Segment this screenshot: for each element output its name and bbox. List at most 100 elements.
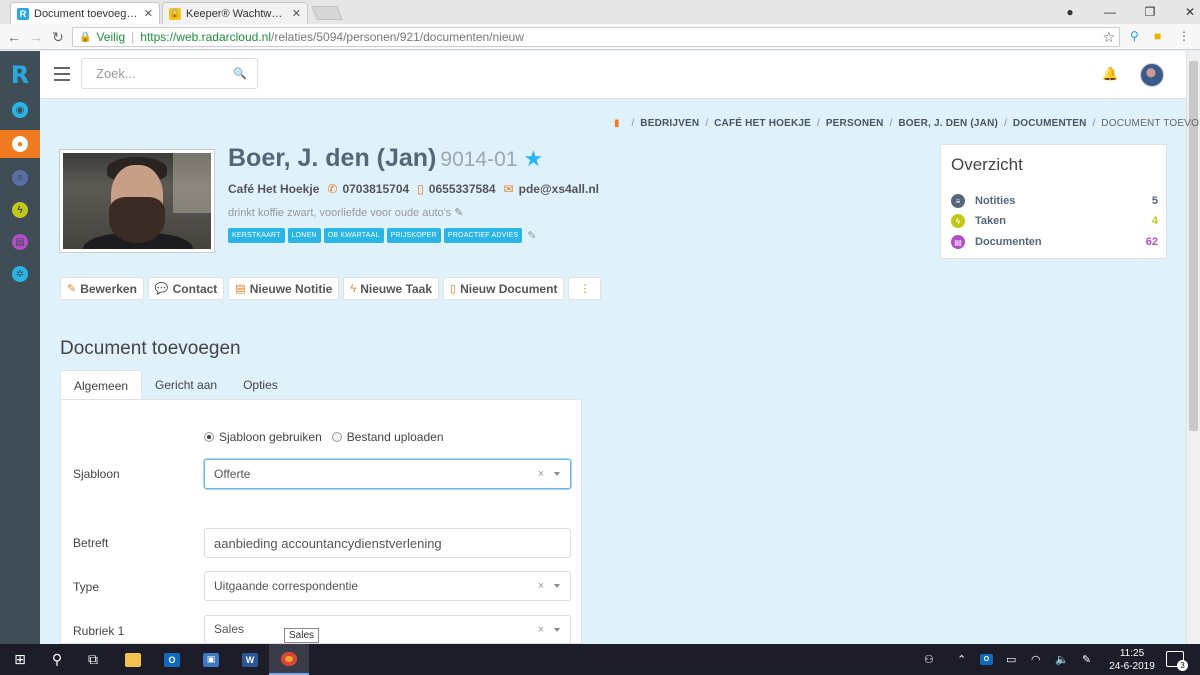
sidebar-item-dashboard[interactable]: ◉ xyxy=(0,96,40,124)
scrollbar-thumb[interactable] xyxy=(1189,61,1198,431)
company-link[interactable]: Café Het Hoekje xyxy=(228,182,319,196)
overview-row-documenten[interactable]: ▤ Documenten 62 xyxy=(951,235,1158,249)
chevron-down-icon[interactable] xyxy=(554,584,560,588)
minimize-icon[interactable]: — xyxy=(1090,5,1130,19)
outlook-tray-icon[interactable]: O xyxy=(980,644,993,675)
reload-icon[interactable]: ↻ xyxy=(50,29,66,45)
pencil-icon[interactable]: ✎ xyxy=(454,207,463,219)
sjabloon-label: Sjabloon xyxy=(73,467,120,481)
overview-row-taken[interactable]: ϟ Taken 4 xyxy=(951,214,1158,228)
sidebar-item-notities[interactable]: ≡ xyxy=(0,164,40,192)
new-document-button[interactable]: ▯ Nieuw Document xyxy=(443,277,565,300)
type-select[interactable]: Uitgaande correspondentie × xyxy=(204,571,571,601)
bookmark-star-icon[interactable]: ☆ xyxy=(1102,29,1115,46)
dashboard-icon: ◉ xyxy=(12,102,28,118)
wifi-icon[interactable]: ◠ xyxy=(1031,644,1041,675)
overview-row-notities[interactable]: ≡ Notities 5 xyxy=(951,194,1158,208)
clear-icon[interactable]: × xyxy=(538,580,544,592)
breadcrumb-personen[interactable]: PERSONEN xyxy=(826,118,884,129)
page-scrollbar[interactable] xyxy=(1186,51,1200,644)
favorite-star-icon[interactable]: ★ xyxy=(523,146,543,171)
contact-button[interactable]: 💬 Contact xyxy=(147,277,225,300)
breadcrumb-bedrijven[interactable]: BEDRIJVEN xyxy=(640,118,699,129)
clear-icon[interactable]: × xyxy=(538,468,544,480)
system-clock[interactable]: 11:25 24-6-2019 xyxy=(1104,647,1160,673)
close-icon[interactable]: ✕ xyxy=(144,7,153,20)
form-panel: Sjabloon gebruiken Bestand uploaden Sjab… xyxy=(60,399,582,644)
browser-tab-document[interactable]: R Document toevoegen - R ✕ xyxy=(10,2,160,24)
profile-icon[interactable]: ● xyxy=(1050,5,1090,19)
new-task-button[interactable]: ϟ Nieuwe Taak xyxy=(343,277,440,300)
windows-start-icon[interactable]: ⊞ xyxy=(0,644,40,675)
hamburger-menu-icon[interactable] xyxy=(54,67,70,81)
sidebar-item-taken[interactable]: ϟ xyxy=(0,196,40,224)
tab-algemeen[interactable]: Algemeen xyxy=(60,370,143,400)
bell-icon[interactable]: 🔔 xyxy=(1102,66,1118,82)
back-icon[interactable]: ← xyxy=(6,29,22,45)
pen-icon[interactable]: ✎ xyxy=(1082,644,1091,675)
betreft-input[interactable]: aanbieding accountancydienstverlening xyxy=(204,528,571,558)
word-icon[interactable]: W xyxy=(230,644,270,675)
forward-icon[interactable]: → xyxy=(28,29,44,45)
tab-gericht-aan[interactable]: Gericht aan xyxy=(142,370,230,400)
extension-bike-icon[interactable]: ⚲ xyxy=(1130,29,1139,43)
outlook-icon[interactable]: O xyxy=(152,644,192,675)
volume-icon[interactable]: 🔈 xyxy=(1055,644,1069,675)
file-explorer-icon[interactable] xyxy=(113,644,153,675)
browser-tab-keeper[interactable]: 🔒 Keeper® Wachtwoordbe ✕ xyxy=(162,2,308,24)
tag[interactable]: PRIJSKOPER xyxy=(386,228,441,243)
tag[interactable]: KERSTKAART xyxy=(228,228,285,243)
tab-opties[interactable]: Opties xyxy=(230,370,291,400)
sjabloon-select[interactable]: Offerte × xyxy=(204,459,571,489)
tag[interactable]: LONEN xyxy=(287,228,321,243)
document-icon: ▯ xyxy=(450,283,457,295)
sidebar-item-settings[interactable]: ✲ xyxy=(0,260,40,288)
chevron-down-icon[interactable] xyxy=(554,628,560,632)
pencil-icon: ✎ xyxy=(67,283,77,295)
battery-icon[interactable]: ▭ xyxy=(1006,644,1016,675)
breadcrumb-documenten[interactable]: DOCUMENTEN xyxy=(1013,118,1087,129)
building-icon[interactable]: ▮ xyxy=(614,118,620,129)
radio-upload[interactable] xyxy=(331,432,342,442)
close-icon[interactable]: ✕ xyxy=(292,7,301,20)
search-icon[interactable]: 🔍 xyxy=(233,67,247,80)
radio-upload-label[interactable]: Bestand uploaden xyxy=(347,430,444,444)
breadcrumb-person[interactable]: BOER, J. DEN (JAN) xyxy=(898,118,998,129)
chevron-up-icon[interactable]: ⌃ xyxy=(957,644,966,675)
close-window-icon[interactable]: ✕ xyxy=(1170,5,1200,19)
search-icon[interactable]: ⚲ xyxy=(37,644,77,675)
lightning-icon: ϟ xyxy=(951,214,965,228)
sidebar-item-relaties[interactable]: ● xyxy=(0,130,40,158)
tag[interactable]: OB KWARTAAL xyxy=(323,228,384,243)
remote-desktop-icon[interactable]: ▣ xyxy=(191,644,231,675)
more-actions-button[interactable]: ⋮ xyxy=(568,277,602,300)
phone-number[interactable]: 0703815704 xyxy=(342,182,409,196)
radio-sjabloon[interactable] xyxy=(204,432,214,442)
tag[interactable]: PROACTIEF ADVIES xyxy=(443,228,523,243)
user-avatar[interactable] xyxy=(1140,63,1164,87)
breadcrumb-company[interactable]: CAFÉ HET HOEKJE xyxy=(714,118,811,129)
chevron-down-icon[interactable] xyxy=(554,472,560,476)
email-link[interactable]: pde@xs4all.nl xyxy=(519,182,599,196)
action-center-icon[interactable]: 3 xyxy=(1166,651,1188,671)
clear-icon[interactable]: × xyxy=(538,624,544,636)
mobile-number[interactable]: 0655337584 xyxy=(429,182,496,196)
edit-button[interactable]: ✎ Bewerken xyxy=(60,277,144,300)
search-input[interactable] xyxy=(82,59,222,88)
maximize-icon[interactable]: ❐ xyxy=(1130,5,1170,19)
extension-keeper-icon[interactable]: ■ xyxy=(1154,29,1161,43)
new-tab-button[interactable] xyxy=(311,6,343,20)
browser-toolbar: ← → ↻ 🔒 Veilig | https://web.radarcloud.… xyxy=(0,24,1200,50)
sidebar-item-documenten[interactable]: ▤ xyxy=(0,228,40,256)
new-note-button[interactable]: ▤ Nieuwe Notitie xyxy=(228,277,340,300)
radio-sjabloon-label[interactable]: Sjabloon gebruiken xyxy=(219,430,322,444)
app-logo[interactable]: R xyxy=(0,61,40,89)
chrome-icon[interactable] xyxy=(269,644,309,675)
people-icon[interactable]: ⚇ xyxy=(924,644,934,675)
pencil-icon[interactable]: ✎ xyxy=(527,229,536,242)
rubriek-select[interactable]: Sales × xyxy=(204,615,571,644)
task-view-icon[interactable]: ⧉ xyxy=(73,644,113,675)
address-bar[interactable]: 🔒 Veilig | https://web.radarcloud.nl /re… xyxy=(72,27,1120,47)
sjabloon-value: Offerte xyxy=(214,467,251,481)
chrome-menu-icon[interactable]: ⋮ xyxy=(1178,29,1190,43)
